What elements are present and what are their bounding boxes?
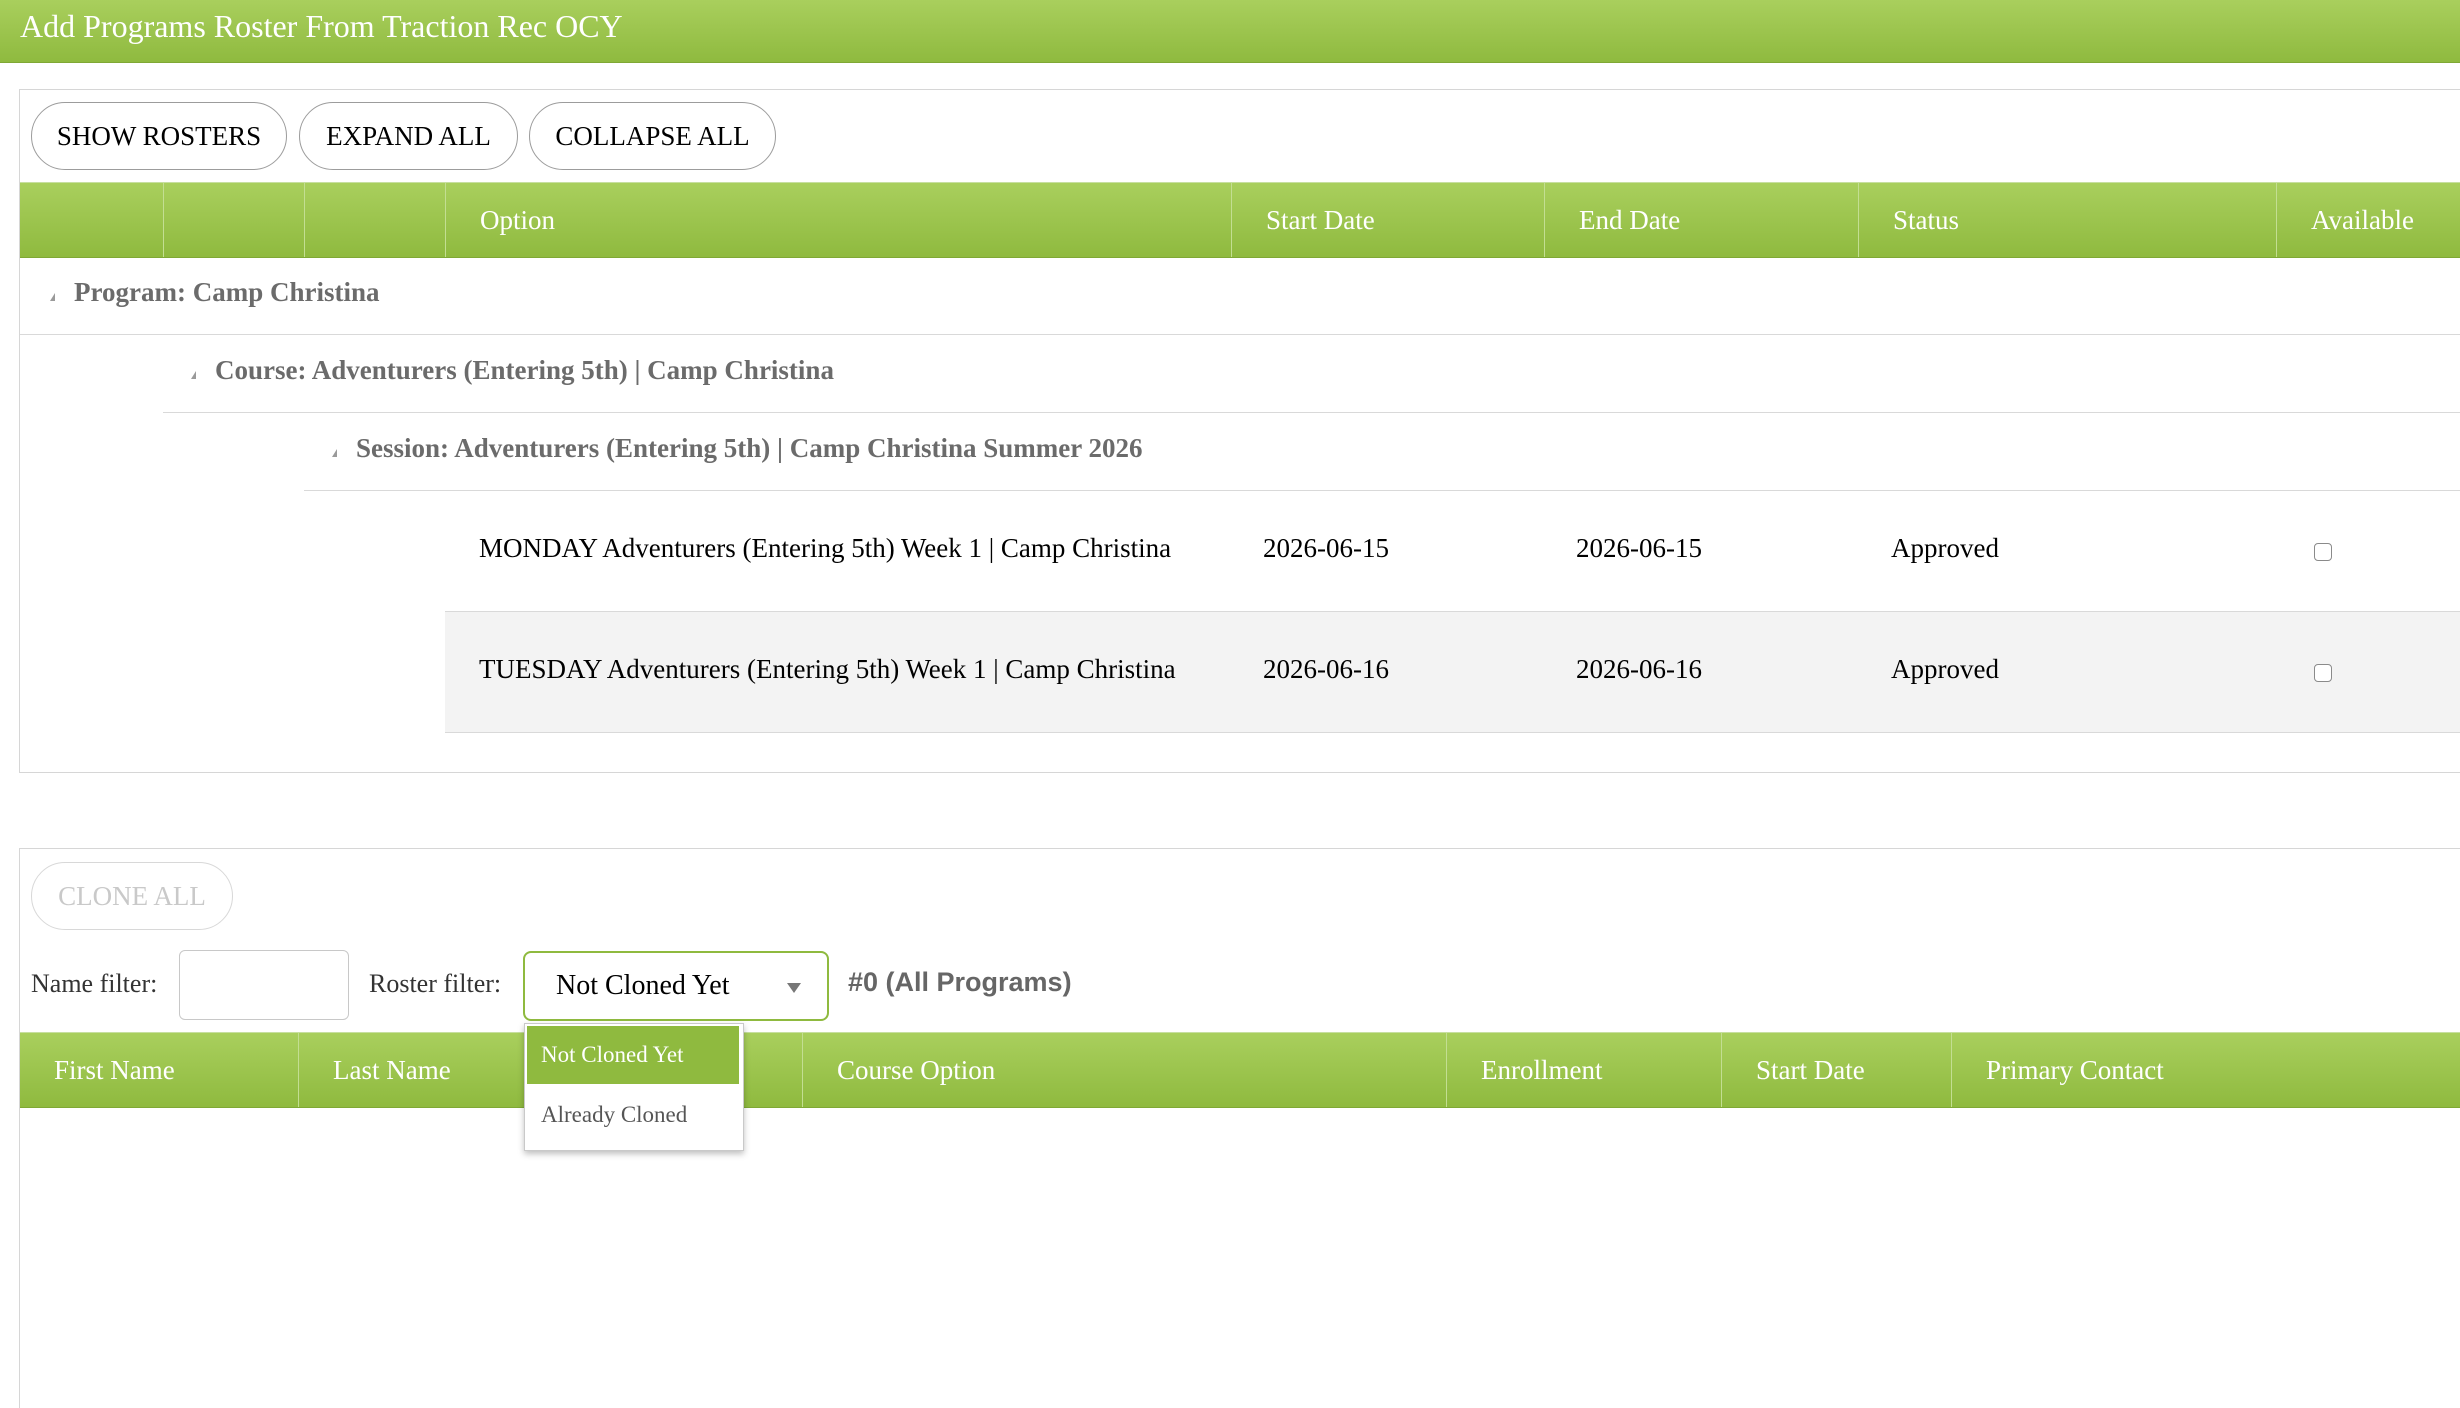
column-header-start-date[interactable]: Start Date (1231, 183, 1544, 257)
collapse-all-button[interactable]: COLLAPSE ALL (529, 102, 776, 170)
column-header-end-date[interactable]: End Date (1544, 183, 1858, 257)
roster-filter-dropdown: Not Cloned Yet Already Cloned (524, 1023, 744, 1151)
option-cell: MONDAY Adventurers (Entering 5th) Week 1… (479, 533, 1172, 563)
roster-count: #0 (All Programs) (848, 967, 1072, 997)
window-title-bar: Add Programs Roster From Traction Rec OC… (0, 0, 2460, 63)
group-column-1[interactable] (20, 183, 163, 257)
collapse-triangle-icon[interactable] (50, 293, 55, 301)
session-group-label: Session: Adventurers (Entering 5th) | Ca… (356, 433, 1143, 463)
group-column-2[interactable] (163, 183, 304, 257)
available-checkbox[interactable] (2314, 664, 2332, 682)
dropdown-option-not-cloned-yet[interactable]: Not Cloned Yet (527, 1026, 739, 1084)
table-row[interactable]: MONDAY Adventurers (Entering 5th) Week 1… (445, 491, 2460, 612)
show-rosters-button[interactable]: SHOW ROSTERS (31, 102, 287, 170)
group-row-course[interactable]: Course: Adventurers (Entering 5th) | Cam… (163, 335, 2460, 413)
roster-panel (19, 848, 2460, 1408)
column-header-option[interactable]: Option (445, 183, 1231, 257)
column-header-start-date[interactable]: Start Date (1721, 1033, 1951, 1107)
roster-filter-value: Not Cloned Yet (556, 970, 730, 1001)
clone-all-button[interactable]: CLONE ALL (31, 862, 233, 930)
column-header-course-option[interactable]: Course Option (802, 1033, 1446, 1107)
column-header-primary-contact[interactable]: Primary Contact (1951, 1033, 2460, 1107)
group-row-session[interactable]: Session: Adventurers (Entering 5th) | Ca… (304, 413, 2460, 491)
group-row-program[interactable]: Program: Camp Christina (20, 257, 2460, 335)
column-header-enrollment[interactable]: Enrollment (1446, 1033, 1721, 1107)
collapse-triangle-icon[interactable] (332, 449, 337, 457)
column-header-available[interactable]: Available (2276, 183, 2460, 257)
roster-filter-select[interactable]: Not Cloned Yet (523, 951, 829, 1021)
start-date-cell: 2026-06-15 (1263, 533, 1389, 563)
table-row[interactable]: TUESDAY Adventurers (Entering 5th) Week … (445, 612, 2460, 733)
column-header-first-name[interactable]: First Name (20, 1033, 298, 1107)
available-checkbox[interactable] (2314, 543, 2332, 561)
course-group-label: Course: Adventurers (Entering 5th) | Cam… (215, 355, 834, 385)
window-title: Add Programs Roster From Traction Rec OC… (20, 8, 623, 44)
status-cell: Approved (1891, 533, 1999, 563)
expand-all-button[interactable]: EXPAND ALL (299, 102, 518, 170)
roster-grid-header: First Name Last Name Course Option Enrol… (20, 1032, 2460, 1108)
end-date-cell: 2026-06-15 (1576, 533, 1702, 563)
program-grid-header: Option Start Date End Date Status Availa… (20, 182, 2460, 258)
option-cell: TUESDAY Adventurers (Entering 5th) Week … (479, 654, 1176, 684)
status-cell: Approved (1891, 654, 1999, 684)
start-date-cell: 2026-06-16 (1263, 654, 1389, 684)
program-group-label: Program: Camp Christina (74, 277, 380, 307)
name-filter-input[interactable] (179, 950, 349, 1020)
column-header-status[interactable]: Status (1858, 183, 2276, 257)
collapse-triangle-icon[interactable] (191, 371, 196, 379)
group-column-3[interactable] (304, 183, 445, 257)
dropdown-option-already-cloned[interactable]: Already Cloned (527, 1086, 739, 1144)
name-filter-label: Name filter: (31, 969, 158, 998)
chevron-down-icon (787, 983, 801, 993)
end-date-cell: 2026-06-16 (1576, 654, 1702, 684)
roster-filter-label: Roster filter: (369, 969, 502, 998)
